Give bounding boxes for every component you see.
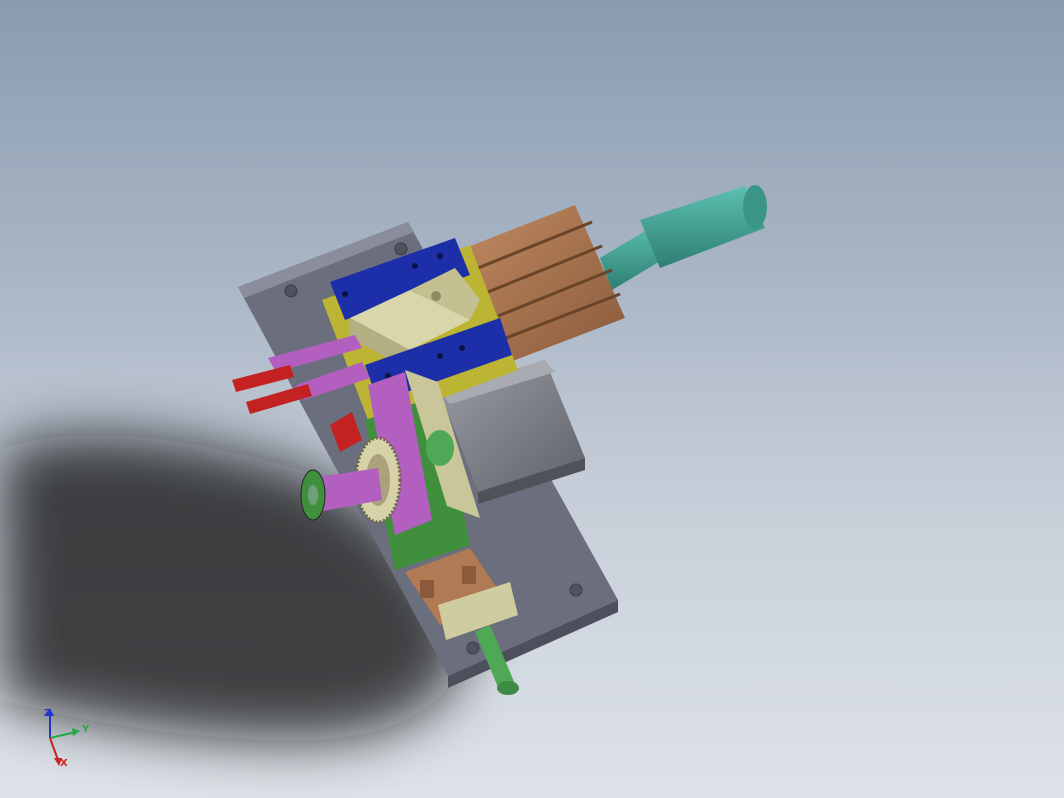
assembly-model[interactable] — [0, 0, 1064, 798]
axis-triad: Z Y X — [32, 700, 102, 780]
z-axis-label: Z — [44, 708, 52, 719]
y-axis-arrow — [72, 728, 80, 736]
piston-rod — [600, 185, 767, 290]
x-axis-label: X — [60, 758, 68, 769]
cad-viewport[interactable]: Z Y X — [0, 0, 1064, 798]
y-axis-line — [49, 731, 77, 739]
y-axis-label: Y — [82, 724, 90, 735]
x-axis-line — [49, 737, 59, 761]
